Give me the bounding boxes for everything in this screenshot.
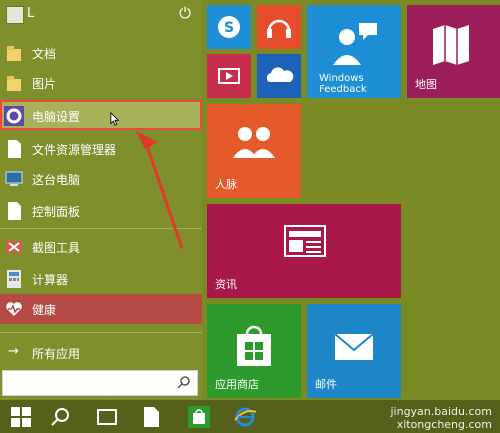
document-icon[interactable] [138, 404, 164, 430]
watermark: jingyan.baidu.com xitongcheng.com [390, 405, 492, 431]
watermark-line2: xitongcheng.com [396, 418, 492, 431]
start-menu: L ⏻ 文档 图片 电脑设置 文件资源管理器 这台电脑 控制面板 截图工具 计算… [0, 0, 500, 400]
internet-explorer-icon[interactable] [232, 404, 258, 430]
watermark-line1: jingyan.baidu.com [390, 405, 492, 418]
windows-start-icon[interactable] [8, 404, 34, 430]
store-icon[interactable] [186, 404, 212, 430]
annotation-arrow [136, 131, 184, 249]
taskbar: jingyan.baidu.com xitongcheng.com [0, 400, 500, 433]
task-view-icon[interactable] [94, 404, 120, 430]
search-icon[interactable] [48, 404, 74, 430]
